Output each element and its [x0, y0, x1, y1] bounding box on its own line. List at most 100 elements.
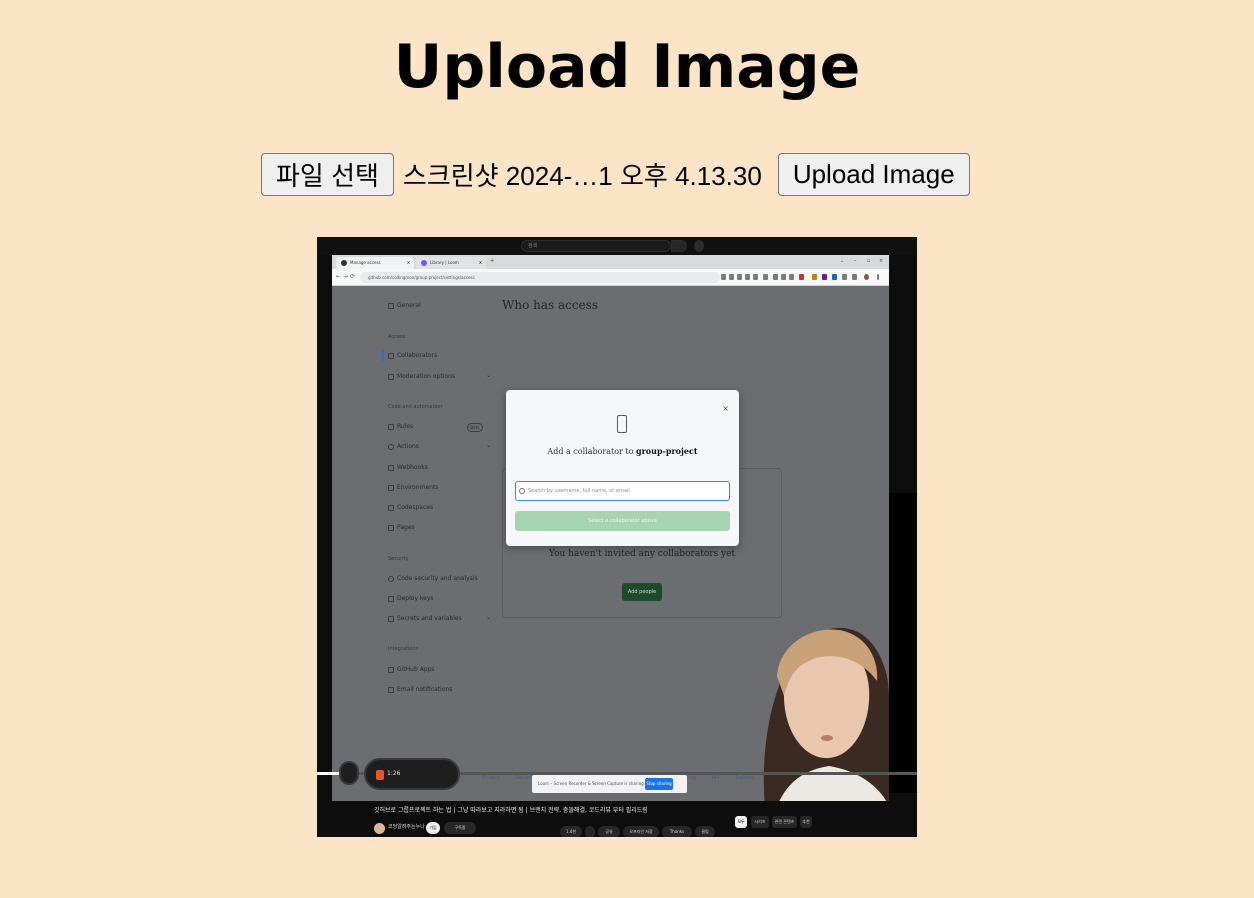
extension-icon	[822, 274, 827, 280]
modal-title-prefix: Add a collaborator to	[547, 447, 634, 456]
sidebar-item-label: Webhooks	[397, 464, 428, 471]
browser-tab-label: Library | Loom	[430, 260, 459, 265]
profile-avatar	[864, 274, 869, 280]
sidebar-section-heading: Access	[388, 334, 406, 340]
dislike-icon	[585, 826, 595, 837]
sidebar-item-codespaces: Codespaces	[388, 504, 433, 511]
shield-icon	[388, 575, 394, 582]
sidebar-section-heading: Code and automation	[388, 404, 443, 410]
sidebar-section-heading: Security	[388, 556, 409, 562]
extension-icon	[781, 274, 786, 280]
choose-file-button[interactable]: 파일 선택	[261, 153, 394, 196]
chip-recommended: 추천	[800, 816, 812, 828]
extension-icon	[745, 274, 750, 280]
sidebar-section-heading: Integrations	[388, 646, 419, 652]
uploaded-image-preview: 검색 Manage access x Library | Loom x + ⌄ …	[317, 237, 917, 837]
sidebar-item-moderation: Moderation options	[388, 373, 455, 380]
sidebar-item-environments: Environments	[388, 484, 438, 491]
section-heading: Who has access	[502, 298, 598, 312]
close-icon: ×	[879, 258, 884, 264]
chevron-down-icon: ⌄	[486, 442, 492, 449]
browser-tab: Library | Loom x	[416, 257, 486, 269]
channel-avatar	[374, 823, 385, 834]
extension-icon	[842, 274, 847, 280]
microphone-icon	[694, 240, 704, 252]
chip-related: 관련 콘텐츠	[772, 816, 797, 828]
join-button: 가입	[426, 822, 440, 834]
server-icon	[388, 484, 394, 491]
search-placeholder: Search by username, full name, or email	[528, 488, 630, 494]
empty-state-text: You haven't invited any collaborators ye…	[548, 549, 736, 559]
youtube-top-bar: 검색	[317, 237, 917, 255]
sidebar-item-label: Pages	[397, 524, 415, 531]
video-title: 깃허브로 그룹프로젝트 하는 법 | 그냥 따라보고 지라하면 됨 | 브랜치 …	[374, 807, 648, 814]
sidebar-item-label: Rules	[397, 423, 414, 430]
chevron-down-icon: ⌄	[840, 258, 845, 264]
mail-icon	[388, 686, 394, 693]
search-icon	[671, 240, 687, 252]
like-button: 1.4천	[560, 826, 582, 837]
sidebar-item-label: Secrets and variables	[397, 615, 462, 622]
browser-icon	[388, 524, 394, 531]
reload-icon: ⟳	[350, 273, 356, 280]
sidebar-item-github-apps: GitHub Apps	[388, 666, 435, 673]
select-collaborator-button: Select a collaborator above	[515, 511, 730, 531]
asterisk-icon	[388, 615, 394, 622]
extension-icon	[763, 274, 768, 280]
sidebar-item-label: General	[397, 302, 421, 309]
forward-icon: →	[343, 273, 349, 280]
recording-time: 1:26	[387, 770, 401, 777]
mobile-device-icon	[617, 415, 627, 433]
chevron-down-icon: ⌄	[486, 614, 492, 621]
dark-sidebar-strip	[889, 493, 917, 793]
sidebar-item-webhooks: Webhooks	[388, 464, 428, 471]
menu-icon	[877, 274, 879, 280]
browser-tab-bar: Manage access x Library | Loom x + ⌄ – ▫…	[332, 255, 889, 269]
close-icon: x	[479, 260, 482, 266]
extension-icon	[737, 274, 742, 280]
gear-icon	[388, 302, 394, 309]
browser-tab-label: Manage access	[350, 260, 381, 265]
codespaces-icon	[388, 504, 394, 511]
address-bar: ← → ⟳ github.com/codingmon/group-project…	[332, 269, 889, 286]
collaborator-search-input: Search by username, full name, or email	[515, 481, 730, 501]
page-title: Upload Image	[393, 32, 861, 102]
search-icon	[519, 488, 525, 494]
sidebar-item-actions: Actions	[388, 443, 419, 450]
sidebar-item-rules: Rules	[388, 423, 413, 430]
apps-icon	[388, 666, 394, 673]
loom-icon	[421, 260, 427, 266]
add-people-button: Add people	[622, 583, 662, 601]
play-icon	[388, 443, 394, 450]
extension-icon	[729, 274, 734, 280]
add-collaborator-modal: × Add a collaborator to group-project Se…	[506, 390, 739, 546]
back-icon: ←	[336, 273, 342, 280]
minimize-icon: –	[854, 258, 857, 264]
camera-toggle-icon	[339, 761, 359, 785]
stop-sharing-button: Stop sharing	[645, 778, 673, 790]
extension-icon	[832, 274, 837, 280]
chevron-down-icon: ⌄	[486, 372, 492, 379]
extension-icon	[753, 274, 758, 280]
sidebar-item-code-security: Code security and analysis	[388, 575, 478, 582]
extension-icon	[852, 274, 857, 280]
sidebar-item-label: Actions	[397, 443, 419, 450]
new-tab-icon: +	[490, 258, 495, 264]
active-indicator	[382, 349, 384, 361]
extension-icon	[789, 274, 794, 280]
sidebar-item-secrets: Secrets and variables	[388, 615, 462, 622]
download-button: 오프라인 저장	[623, 826, 659, 837]
browser-window: Manage access x Library | Loom x + ⌄ – ▫…	[332, 255, 889, 801]
modal-title: Add a collaborator to group-project	[506, 446, 739, 456]
people-icon	[388, 352, 394, 359]
upload-image-button[interactable]: Upload Image	[777, 153, 970, 196]
close-icon: ×	[722, 404, 729, 413]
sidebar-item-label: GitHub Apps	[397, 666, 435, 673]
beta-badge: Beta	[467, 423, 483, 432]
key-icon	[388, 595, 394, 602]
chip-all: 모두	[735, 816, 747, 828]
subscribe-button: 구독중	[444, 822, 476, 834]
webhook-icon	[388, 464, 394, 471]
sidebar-item-label: Environments	[397, 484, 439, 491]
loom-recorder-controls: 1:26	[364, 758, 460, 790]
